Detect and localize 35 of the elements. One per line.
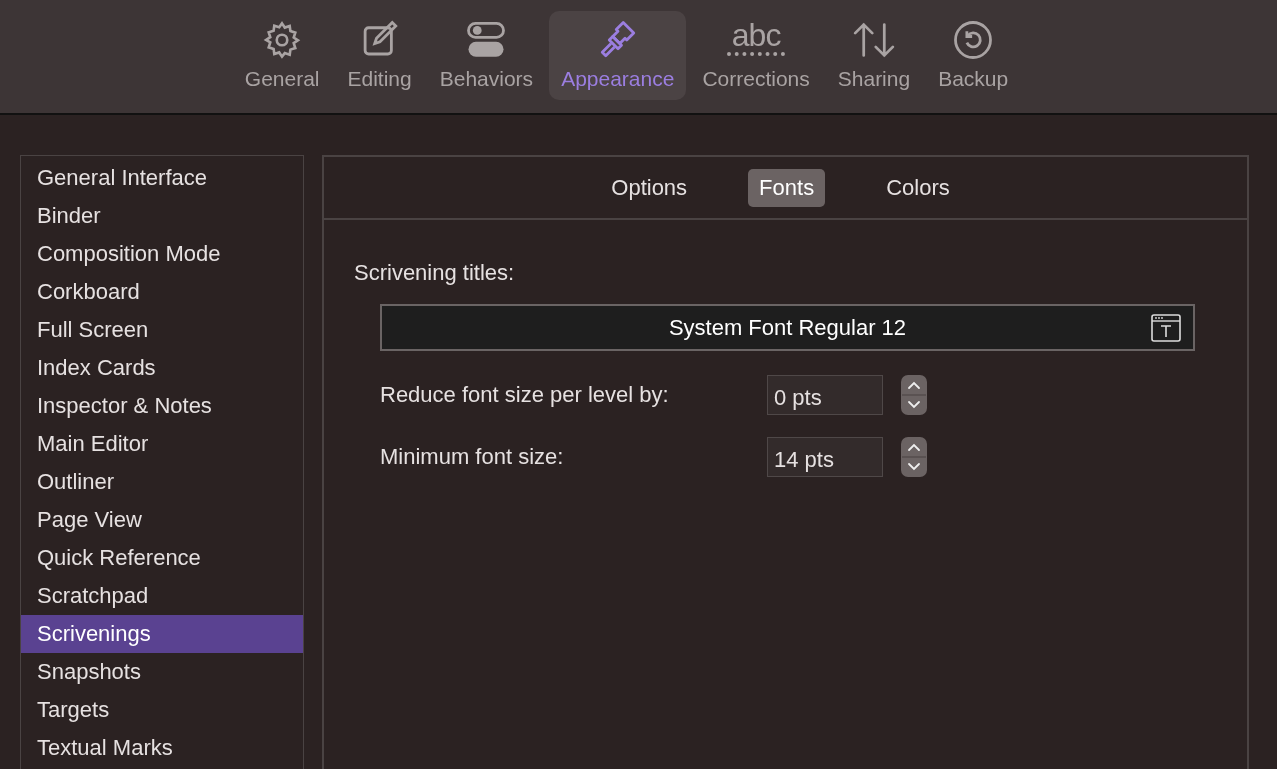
segment-tab[interactable]: Fonts bbox=[748, 168, 826, 207]
field-label: Minimum font size: bbox=[380, 444, 565, 470]
sidebar-item[interactable]: Full Screen bbox=[21, 311, 303, 349]
sidebar-item[interactable]: Inspector & Notes bbox=[21, 387, 303, 425]
font-panel-icon bbox=[1151, 314, 1181, 342]
sidebar-item[interactable]: Scratchpad bbox=[21, 577, 303, 615]
toolbar-tab[interactable]: Sharing bbox=[825, 11, 923, 100]
sidebar-item[interactable]: Snapshots bbox=[21, 653, 303, 691]
sidebar-item[interactable]: Corkboard bbox=[21, 273, 303, 311]
input-field[interactable]: 0 pts bbox=[767, 375, 883, 415]
sidebar-item[interactable]: Main Editor bbox=[21, 425, 303, 463]
segment-tab[interactable]: Colors bbox=[875, 168, 961, 207]
toolbar-tab[interactable]: abc Corrections bbox=[690, 11, 822, 100]
font-picker[interactable]: System Font Regular 12 bbox=[380, 304, 1195, 351]
sidebar-item[interactable]: Composition Mode bbox=[21, 235, 303, 273]
sidebar-item[interactable]: Quick Reference bbox=[21, 539, 303, 577]
sidebar-item[interactable]: Targets bbox=[21, 691, 303, 729]
sidebar-item[interactable]: Index Cards bbox=[21, 349, 303, 387]
section-label: Scrivening titles: bbox=[354, 260, 516, 286]
toolbar-tab[interactable]: Backup bbox=[926, 11, 1021, 100]
stepper[interactable] bbox=[901, 375, 927, 415]
sidebar-item[interactable]: General Interface bbox=[21, 159, 303, 197]
toolbar-tab[interactable]: General bbox=[232, 11, 332, 100]
field-label: Reduce font size per level by: bbox=[380, 382, 670, 408]
segment-tab[interactable]: Options bbox=[600, 168, 699, 207]
sidebar-item[interactable]: Outliner bbox=[21, 463, 303, 501]
toolbar-tab[interactable]: Behaviors bbox=[427, 11, 546, 100]
toolbar-tab[interactable]: Editing bbox=[335, 11, 424, 100]
sidebar-item[interactable]: Binder bbox=[21, 197, 303, 235]
stepper[interactable] bbox=[901, 437, 927, 477]
sidebar-item[interactable]: Textual Marks bbox=[21, 729, 303, 767]
sidebar-item[interactable]: Page View bbox=[21, 501, 303, 539]
input-field[interactable]: 14 pts bbox=[767, 437, 883, 477]
restore-icon bbox=[952, 19, 995, 61]
sidebar-item[interactable]: Scrivenings bbox=[21, 615, 303, 653]
